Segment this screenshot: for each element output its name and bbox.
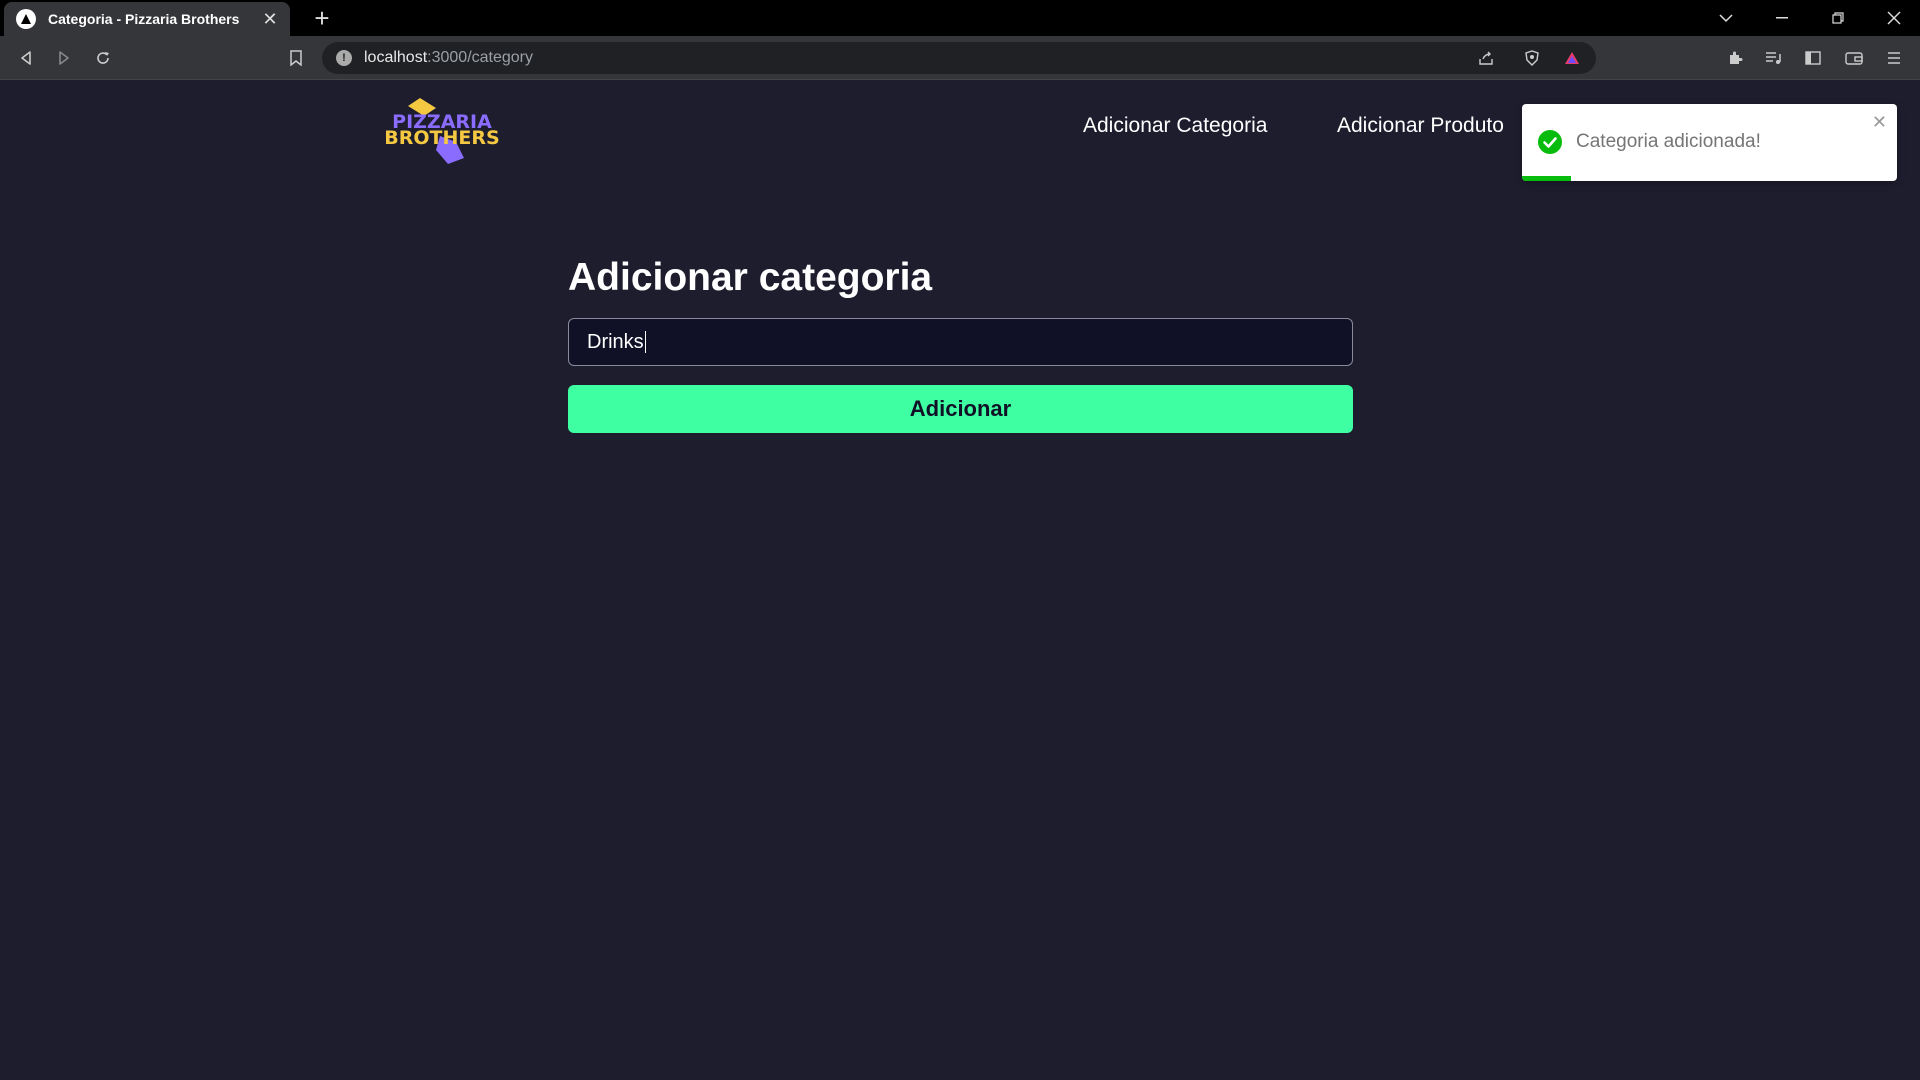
add-category-button[interactable]: Adicionar <box>568 385 1353 433</box>
site-info-icon[interactable]: ! <box>336 50 352 66</box>
back-icon[interactable] <box>14 46 38 70</box>
tab-title: Categoria - Pizzaria Brothers <box>48 11 240 27</box>
close-window-icon[interactable] <box>1870 0 1918 36</box>
browser-toolbar: ! localhost:3000/category <box>0 36 1920 80</box>
wallet-icon[interactable] <box>1842 46 1866 70</box>
browser-titlebar: Categoria - Pizzaria Brothers ✕ + <box>0 0 1920 36</box>
url-host: localhost <box>364 49 428 66</box>
address-bar[interactable]: ! localhost:3000/category <box>322 42 1596 74</box>
new-tab-icon[interactable]: + <box>308 4 336 32</box>
forward-icon[interactable] <box>52 46 76 70</box>
restore-icon[interactable] <box>1814 0 1862 36</box>
text-caret <box>644 331 646 353</box>
menu-icon[interactable] <box>1882 46 1906 70</box>
bookmark-icon[interactable] <box>284 46 308 70</box>
brave-rewards-icon[interactable] <box>1560 46 1584 70</box>
reload-icon[interactable] <box>91 46 115 70</box>
browser-tab[interactable]: Categoria - Pizzaria Brothers ✕ <box>4 2 290 36</box>
toast-progress-bar <box>1522 176 1571 181</box>
url-path: :3000/category <box>427 49 534 66</box>
logo-text-brothers: BROTHERS <box>384 127 499 149</box>
category-name-input[interactable]: Drinks <box>568 318 1353 366</box>
share-icon[interactable] <box>1474 46 1498 70</box>
category-name-value: Drinks <box>587 330 644 353</box>
page-title: Adicionar categoria <box>568 256 933 299</box>
brave-favicon-icon <box>16 9 36 29</box>
media-icon[interactable] <box>1762 46 1786 70</box>
sidebar-icon[interactable] <box>1801 46 1825 70</box>
toast-close-icon[interactable]: ✕ <box>1872 112 1887 133</box>
page-content: PIZZARIA BROTHERS Adicionar Categoria Ad… <box>0 80 1920 1076</box>
success-toast[interactable]: Categoria adicionada! ✕ <box>1522 104 1897 181</box>
toast-message: Categoria adicionada! <box>1576 131 1761 152</box>
nav-add-product[interactable]: Adicionar Produto <box>1337 114 1504 138</box>
extensions-icon[interactable] <box>1723 46 1747 70</box>
success-check-icon <box>1538 130 1562 154</box>
minimize-icon[interactable] <box>1758 0 1806 36</box>
tab-close-icon[interactable]: ✕ <box>260 9 280 30</box>
pizzaria-brothers-logo[interactable]: PIZZARIA BROTHERS <box>380 92 505 167</box>
tab-search-icon[interactable] <box>1702 0 1750 36</box>
nav-add-category[interactable]: Adicionar Categoria <box>1083 114 1267 138</box>
brave-shields-icon[interactable] <box>1520 46 1544 70</box>
